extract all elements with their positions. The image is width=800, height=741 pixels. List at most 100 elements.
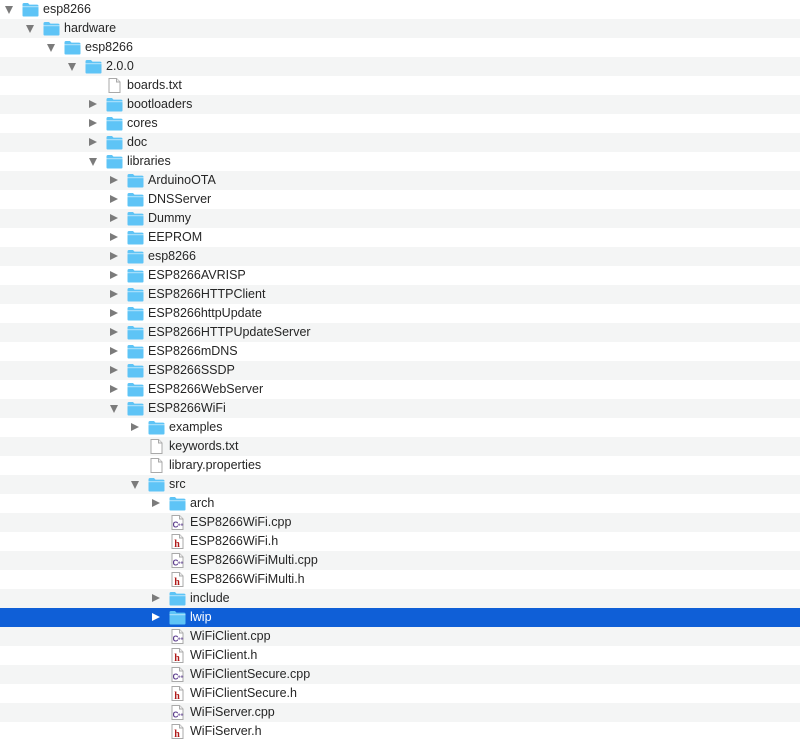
folder-icon: [148, 420, 165, 435]
tree-row-folder[interactable]: ArduinoOTA: [0, 171, 800, 190]
tree-row-folder[interactable]: ESP8266SSDP: [0, 361, 800, 380]
tree-row-folder[interactable]: arch: [0, 494, 800, 513]
folder-icon: [22, 2, 39, 17]
svg-text:++: ++: [178, 561, 184, 567]
tree-row-file[interactable]: h ESP8266WiFi.h: [0, 532, 800, 551]
folder-icon: [127, 363, 144, 378]
disclosure-closed-icon[interactable]: [152, 594, 160, 602]
folder-icon: [127, 249, 144, 264]
folder-icon: [127, 211, 144, 226]
tree-row-folder[interactable]: cores: [0, 114, 800, 133]
tree-item-label: ESP8266WiFi.cpp: [190, 515, 292, 529]
tree-row-folder[interactable]: libraries: [0, 152, 800, 171]
svg-text:h: h: [174, 691, 180, 701]
disclosure-open-icon[interactable]: [26, 25, 34, 33]
tree-item-label: ESP8266SSDP: [148, 363, 235, 377]
tree-row-file[interactable]: boards.txt: [0, 76, 800, 95]
tree-item-label: esp8266: [43, 2, 91, 16]
tree-row-folder[interactable]: esp8266: [0, 247, 800, 266]
header-file-icon: h: [169, 648, 186, 663]
disclosure-open-icon[interactable]: [47, 44, 55, 52]
tree-row-folder[interactable]: include: [0, 589, 800, 608]
disclosure-closed-icon[interactable]: [152, 613, 160, 621]
disclosure-closed-icon[interactable]: [110, 347, 118, 355]
svg-text:++: ++: [178, 637, 184, 643]
tree-item-label: ESP8266WiFiMulti.h: [190, 572, 305, 586]
svg-text:++: ++: [178, 523, 184, 529]
tree-row-folder[interactable]: bootloaders: [0, 95, 800, 114]
disclosure-open-icon[interactable]: [5, 6, 13, 14]
disclosure-closed-icon[interactable]: [110, 366, 118, 374]
cpp-file-icon: C ++: [169, 515, 186, 530]
tree-item-label: ESP8266WiFi.h: [190, 534, 279, 548]
disclosure-closed-icon[interactable]: [110, 233, 118, 241]
disclosure-closed-icon[interactable]: [89, 119, 97, 127]
tree-row-file[interactable]: C ++ ESP8266WiFi.cpp: [0, 513, 800, 532]
text-file-icon: [106, 78, 123, 93]
disclosure-closed-icon[interactable]: [110, 328, 118, 336]
svg-text:h: h: [174, 577, 180, 587]
tree-row-folder[interactable]: examples: [0, 418, 800, 437]
disclosure-closed-icon[interactable]: [110, 252, 118, 260]
disclosure-closed-icon[interactable]: [110, 176, 118, 184]
tree-row-folder[interactable]: ESP8266WiFi: [0, 399, 800, 418]
svg-text:++: ++: [178, 675, 184, 681]
disclosure-open-icon[interactable]: [110, 405, 118, 413]
disclosure-closed-icon[interactable]: [131, 423, 139, 431]
tree-item-label: cores: [127, 116, 158, 130]
tree-row-folder[interactable]: EEPROM: [0, 228, 800, 247]
folder-icon: [106, 116, 123, 131]
tree-row-folder[interactable]: esp8266: [0, 0, 800, 19]
folder-icon: [64, 40, 81, 55]
tree-item-label: lwip: [190, 610, 212, 624]
svg-text:++: ++: [178, 713, 184, 719]
tree-item-label: ESP8266HTTPClient: [148, 287, 266, 301]
disclosure-closed-icon[interactable]: [152, 499, 160, 507]
disclosure-closed-icon[interactable]: [110, 214, 118, 222]
disclosure-closed-icon[interactable]: [110, 290, 118, 298]
tree-row-folder[interactable]: Dummy: [0, 209, 800, 228]
tree-row-file[interactable]: keywords.txt: [0, 437, 800, 456]
tree-row-folder[interactable]: ESP8266WebServer: [0, 380, 800, 399]
tree-row-file[interactable]: C ++ WiFiServer.cpp: [0, 703, 800, 722]
tree-item-label: library.properties: [169, 458, 262, 472]
tree-row-folder[interactable]: src: [0, 475, 800, 494]
tree-row-folder[interactable]: hardware: [0, 19, 800, 38]
tree-row-folder[interactable]: ESP8266HTTPClient: [0, 285, 800, 304]
tree-row-folder[interactable]: ESP8266AVRISP: [0, 266, 800, 285]
disclosure-closed-icon[interactable]: [89, 100, 97, 108]
tree-row-file[interactable]: h WiFiClientSecure.h: [0, 684, 800, 703]
tree-row-file[interactable]: h WiFiServer.h: [0, 722, 800, 741]
tree-item-label: ESP8266WiFi: [148, 401, 226, 415]
tree-row-folder[interactable]: DNSServer: [0, 190, 800, 209]
text-file-icon: [148, 458, 165, 473]
tree-row-file[interactable]: C ++ ESP8266WiFiMulti.cpp: [0, 551, 800, 570]
tree-item-label: ESP8266mDNS: [148, 344, 238, 358]
tree-row-folder[interactable]: ESP8266httpUpdate: [0, 304, 800, 323]
disclosure-closed-icon[interactable]: [110, 195, 118, 203]
file-tree: esp8266 hardware esp8266 2.0.0 boards.txt boo…: [0, 0, 800, 741]
disclosure-closed-icon[interactable]: [110, 309, 118, 317]
tree-row-file[interactable]: C ++ WiFiClientSecure.cpp: [0, 665, 800, 684]
tree-row-folder[interactable]: esp8266: [0, 38, 800, 57]
tree-row-file[interactable]: C ++ WiFiClient.cpp: [0, 627, 800, 646]
disclosure-closed-icon[interactable]: [89, 138, 97, 146]
disclosure-open-icon[interactable]: [68, 63, 76, 71]
tree-row-folder[interactable]: ESP8266mDNS: [0, 342, 800, 361]
tree-row-file[interactable]: h WiFiClient.h: [0, 646, 800, 665]
disclosure-open-icon[interactable]: [131, 481, 139, 489]
disclosure-closed-icon[interactable]: [110, 271, 118, 279]
tree-row-folder[interactable]: lwip: [0, 608, 800, 627]
tree-item-label: examples: [169, 420, 223, 434]
tree-row-file[interactable]: h ESP8266WiFiMulti.h: [0, 570, 800, 589]
disclosure-closed-icon[interactable]: [110, 385, 118, 393]
tree-row-folder[interactable]: 2.0.0: [0, 57, 800, 76]
tree-row-folder[interactable]: ESP8266HTTPUpdateServer: [0, 323, 800, 342]
tree-row-file[interactable]: library.properties: [0, 456, 800, 475]
disclosure-open-icon[interactable]: [89, 158, 97, 166]
header-file-icon: h: [169, 724, 186, 739]
tree-item-label: ESP8266WiFiMulti.cpp: [190, 553, 318, 567]
header-file-icon: h: [169, 686, 186, 701]
tree-row-folder[interactable]: doc: [0, 133, 800, 152]
folder-icon: [127, 306, 144, 321]
